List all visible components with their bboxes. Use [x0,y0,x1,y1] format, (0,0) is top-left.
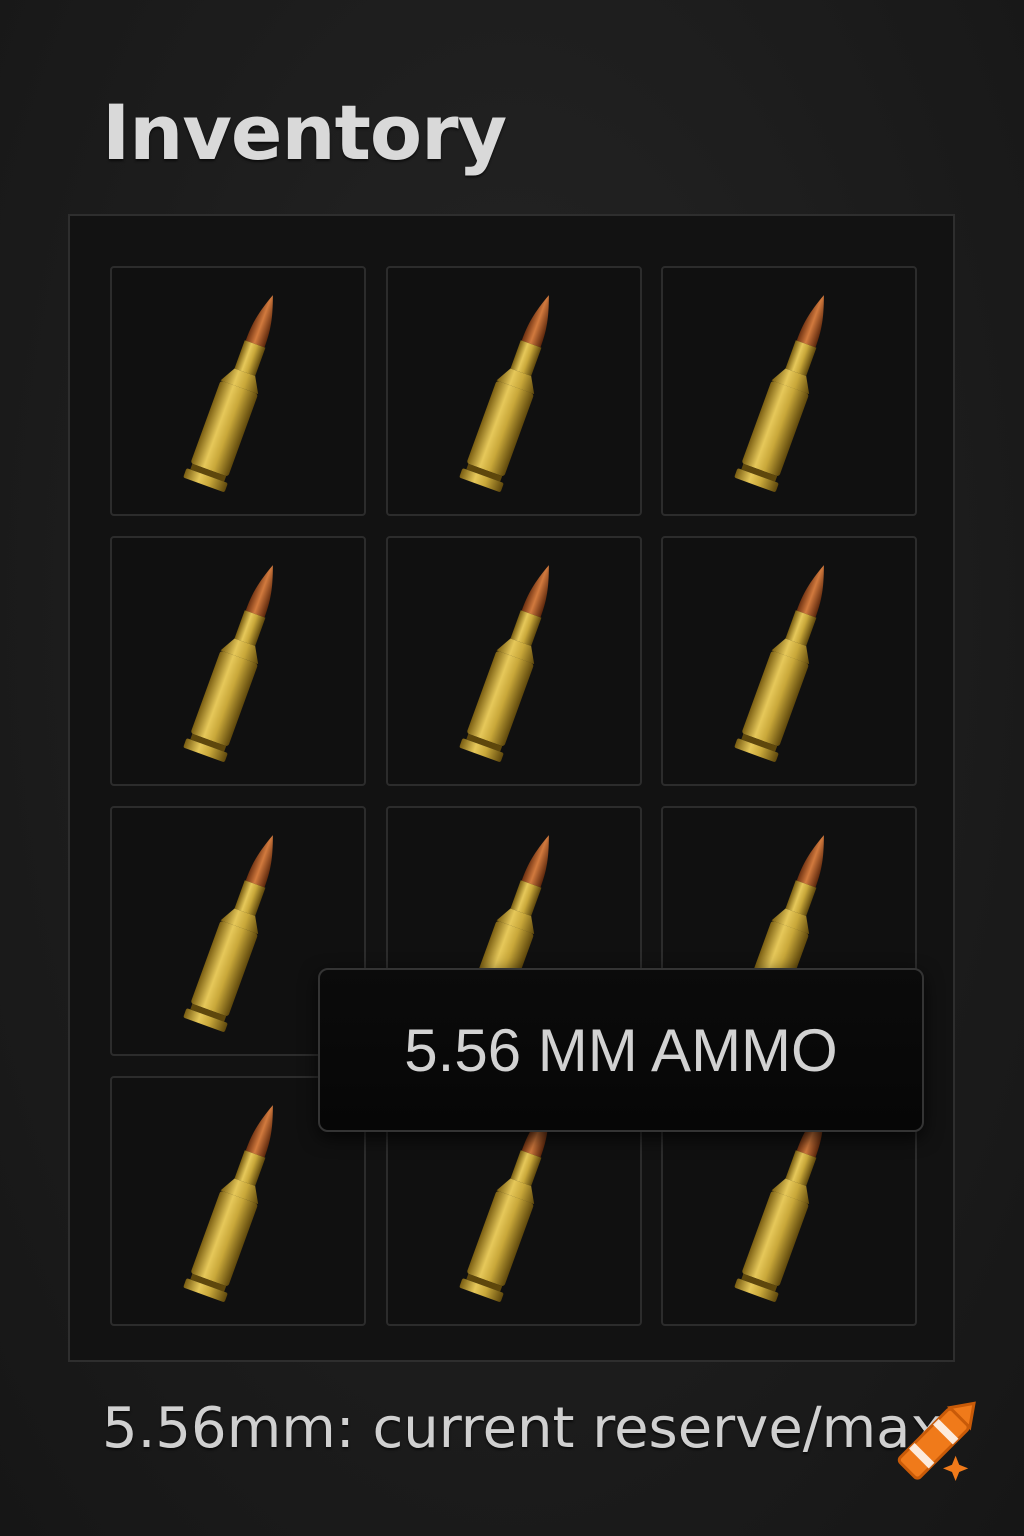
inventory-slot[interactable] [110,266,366,516]
bullet-icon [138,281,338,501]
bullet-icon [414,281,614,501]
tooltip-label: 5.56 MM AMMO [404,1016,838,1084]
inventory-slot[interactable] [110,536,366,786]
inventory-slot[interactable] [661,536,917,786]
bullet-icon [689,281,889,501]
bullet-icon [138,1091,338,1311]
inventory-slot[interactable] [386,266,642,516]
page-title: Inventory [102,88,507,177]
bullet-icon [414,551,614,771]
inventory-slot[interactable] [661,266,917,516]
bullet-icon [689,551,889,771]
bullet-icon [138,551,338,771]
inventory-grid [68,214,955,1362]
bullet-icon [138,821,338,1041]
inventory-slot[interactable] [386,536,642,786]
ammo-reserve-label: 5.56mm: current reserve/max [102,1396,944,1461]
item-tooltip: 5.56 MM AMMO [318,968,924,1132]
crayon-badge-icon [897,1401,976,1481]
